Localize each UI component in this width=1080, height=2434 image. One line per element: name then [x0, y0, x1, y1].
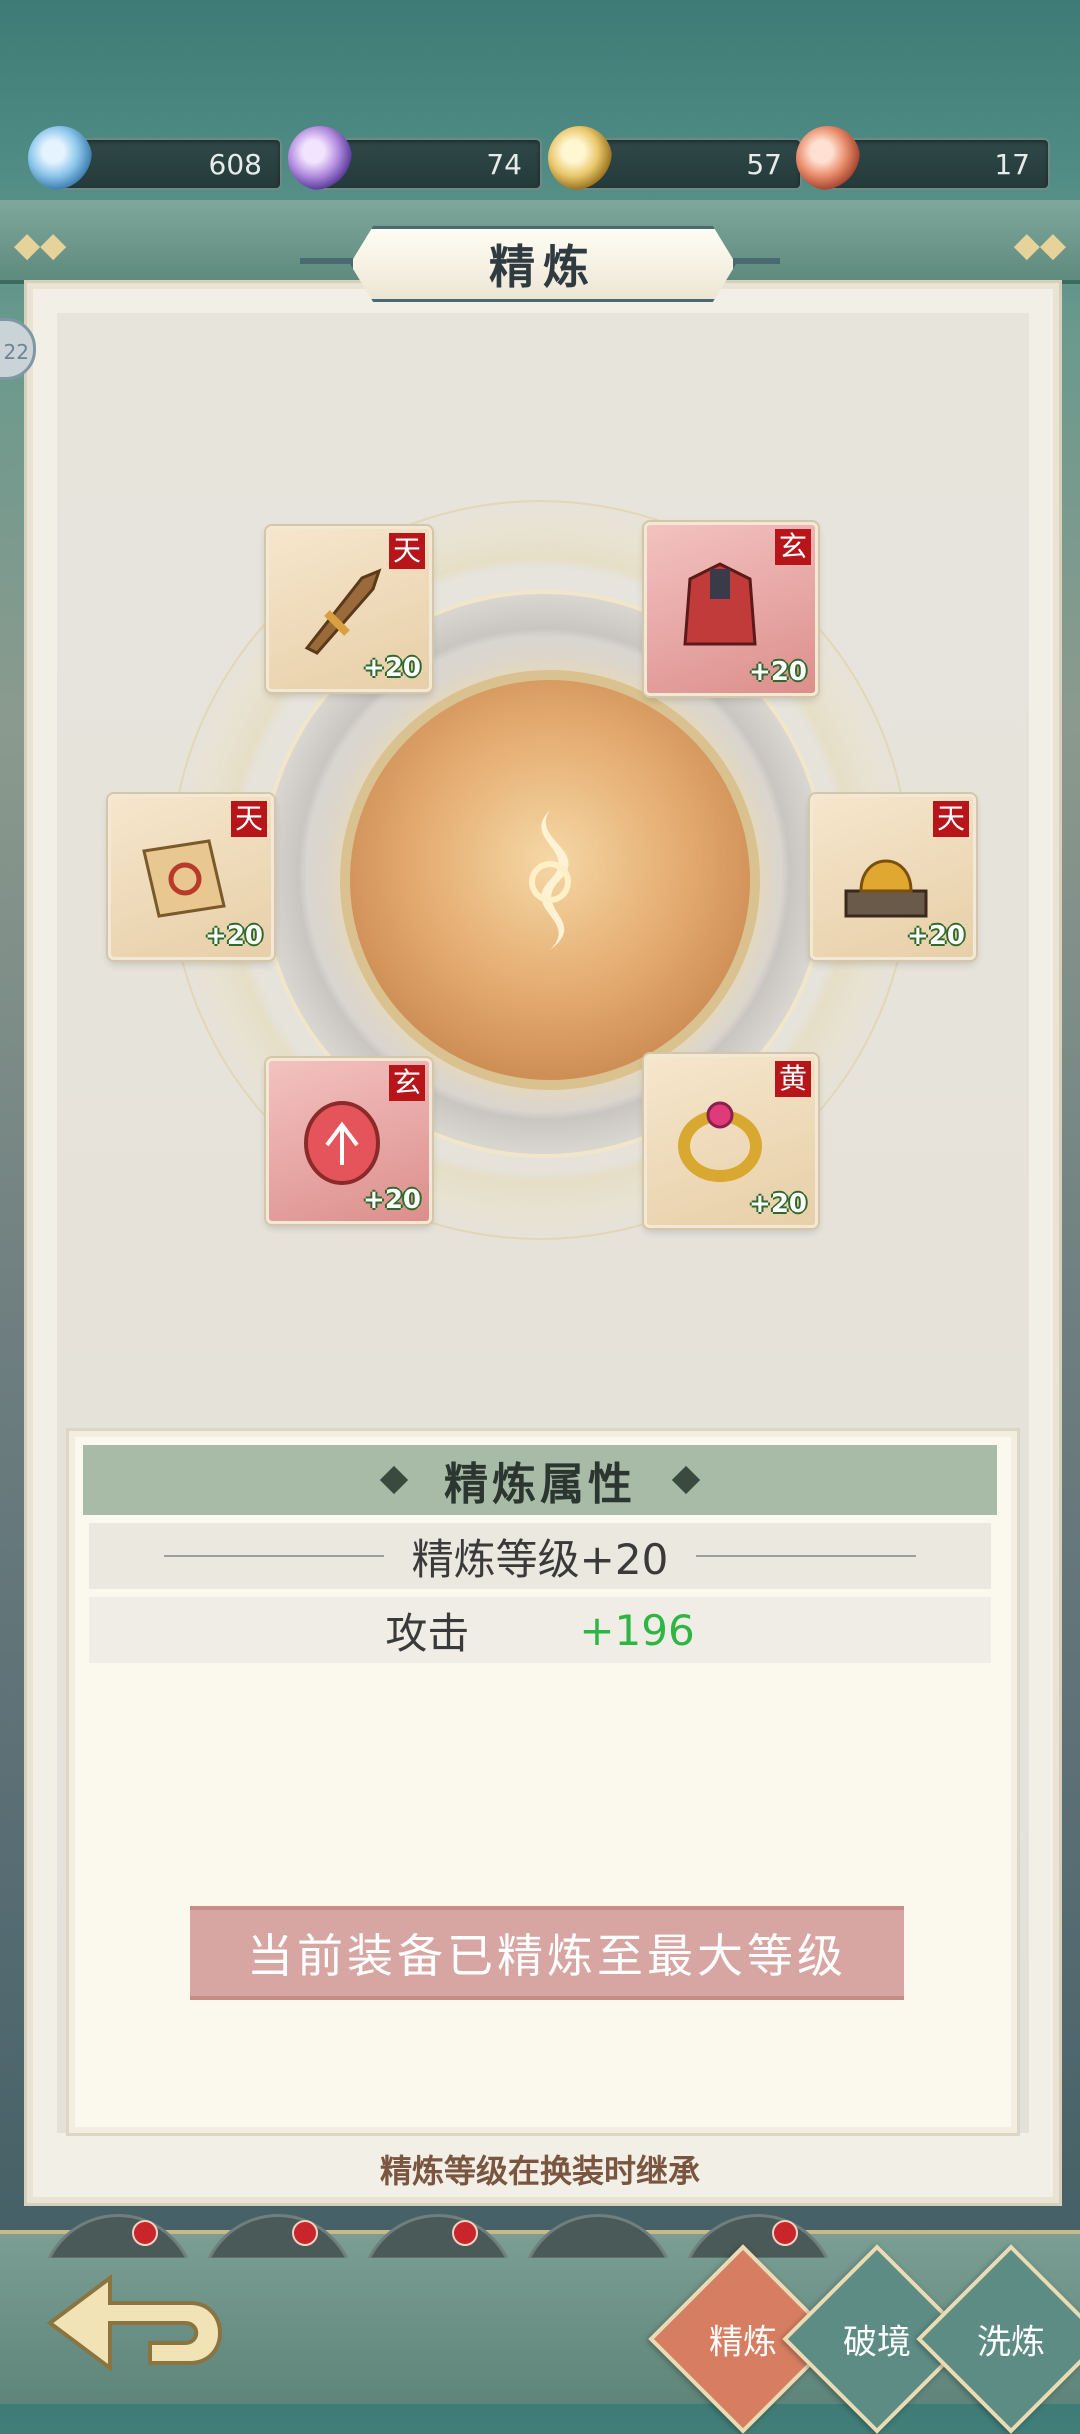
refine-level: +20	[749, 1189, 807, 1219]
attack-stat-row: 攻击 +196	[89, 1597, 991, 1663]
max-level-text: 当前装备已精炼至最大等级	[247, 1929, 847, 1983]
attributes-header: 精炼属性	[83, 1445, 997, 1515]
diamond-ornament-icon	[379, 1465, 409, 1495]
resource-purple[interactable]: 74	[288, 126, 542, 190]
grade-badge: 玄	[775, 529, 811, 565]
equip-slot-ring[interactable]: 黄 +20	[644, 1054, 818, 1228]
refine-core[interactable]	[340, 670, 760, 1090]
resource-value: 57	[746, 148, 782, 181]
grade-badge: 黄	[775, 1061, 811, 1097]
notification-dot	[772, 2220, 798, 2246]
refine-level: +20	[749, 657, 807, 687]
blue-essence-icon	[28, 126, 92, 190]
attributes-title: 精炼属性	[444, 1459, 636, 1510]
refine-level-text: 精炼等级+20	[411, 1534, 669, 1584]
resource-value: 74	[486, 148, 522, 181]
page-title: 精炼	[489, 240, 597, 294]
sword-icon	[304, 568, 382, 655]
refine-level: +20	[205, 921, 263, 951]
grade-badge: 天	[933, 801, 969, 837]
inherit-note: 精炼等级在换装时继承	[379, 2152, 700, 2190]
equip-slot-talisman[interactable]: 天 +20	[108, 794, 274, 960]
red-essence-icon	[796, 126, 860, 190]
max-level-notice: 当前装备已精炼至最大等级	[190, 1906, 904, 2000]
resource-value: 17	[994, 148, 1030, 181]
stat-name: 攻击	[385, 1608, 470, 1658]
tab-label: 洗炼	[977, 2322, 1045, 2363]
equip-slot-jade-pendant[interactable]: 玄 +20	[266, 1058, 432, 1224]
armor-icon	[683, 562, 757, 646]
grade-badge: 天	[231, 801, 267, 837]
talisman-icon	[142, 839, 226, 918]
refine-level: +20	[363, 653, 421, 683]
refine-level: +20	[907, 921, 965, 951]
tab-label: 破境	[843, 2322, 911, 2363]
resource-bar: 608 74 57 17	[0, 126, 1080, 190]
equip-slot-sword[interactable]: 天 +20	[266, 526, 432, 692]
equipment-tabs-row	[40, 2214, 836, 2258]
purple-essence-icon	[288, 126, 352, 190]
ornament-right-icon: ◆◆	[1013, 225, 1066, 265]
refine-attributes-panel: 精炼属性 精炼等级+20 攻击 +196	[66, 1428, 1020, 2136]
notification-dot	[132, 2220, 158, 2246]
gold-essence-icon	[548, 126, 612, 190]
equip-slot-beast-seal[interactable]: 天 +20	[810, 794, 976, 960]
ring-icon	[678, 1101, 762, 1182]
pendant-icon	[304, 1101, 380, 1185]
grade-badge: 天	[389, 533, 425, 569]
resource-value: 608	[208, 148, 262, 181]
equip-slot-armor[interactable]: 玄 +20	[644, 522, 818, 696]
notification-dot	[292, 2220, 318, 2246]
divider-line	[163, 1555, 384, 1557]
refine-level: +20	[363, 1185, 421, 1215]
resource-gold[interactable]: 57	[548, 126, 802, 190]
page-title-plate: 精炼	[350, 226, 736, 302]
flame-glyph-icon	[529, 810, 571, 950]
notification-dot	[452, 2220, 478, 2246]
refine-level-row: 精炼等级+20	[89, 1523, 991, 1589]
seal-icon	[844, 859, 928, 918]
back-arrow-icon[interactable]	[40, 2268, 240, 2378]
tab-label: 精炼	[709, 2322, 777, 2363]
diamond-ornament-icon	[671, 1465, 701, 1495]
ornament-left-icon: ◆◆	[14, 225, 67, 265]
divider-line	[696, 1555, 917, 1557]
resource-red[interactable]: 17	[796, 126, 1050, 190]
resource-blue[interactable]: 608	[28, 126, 282, 190]
stat-value: +196	[579, 1605, 695, 1655]
grade-badge: 玄	[389, 1065, 425, 1101]
